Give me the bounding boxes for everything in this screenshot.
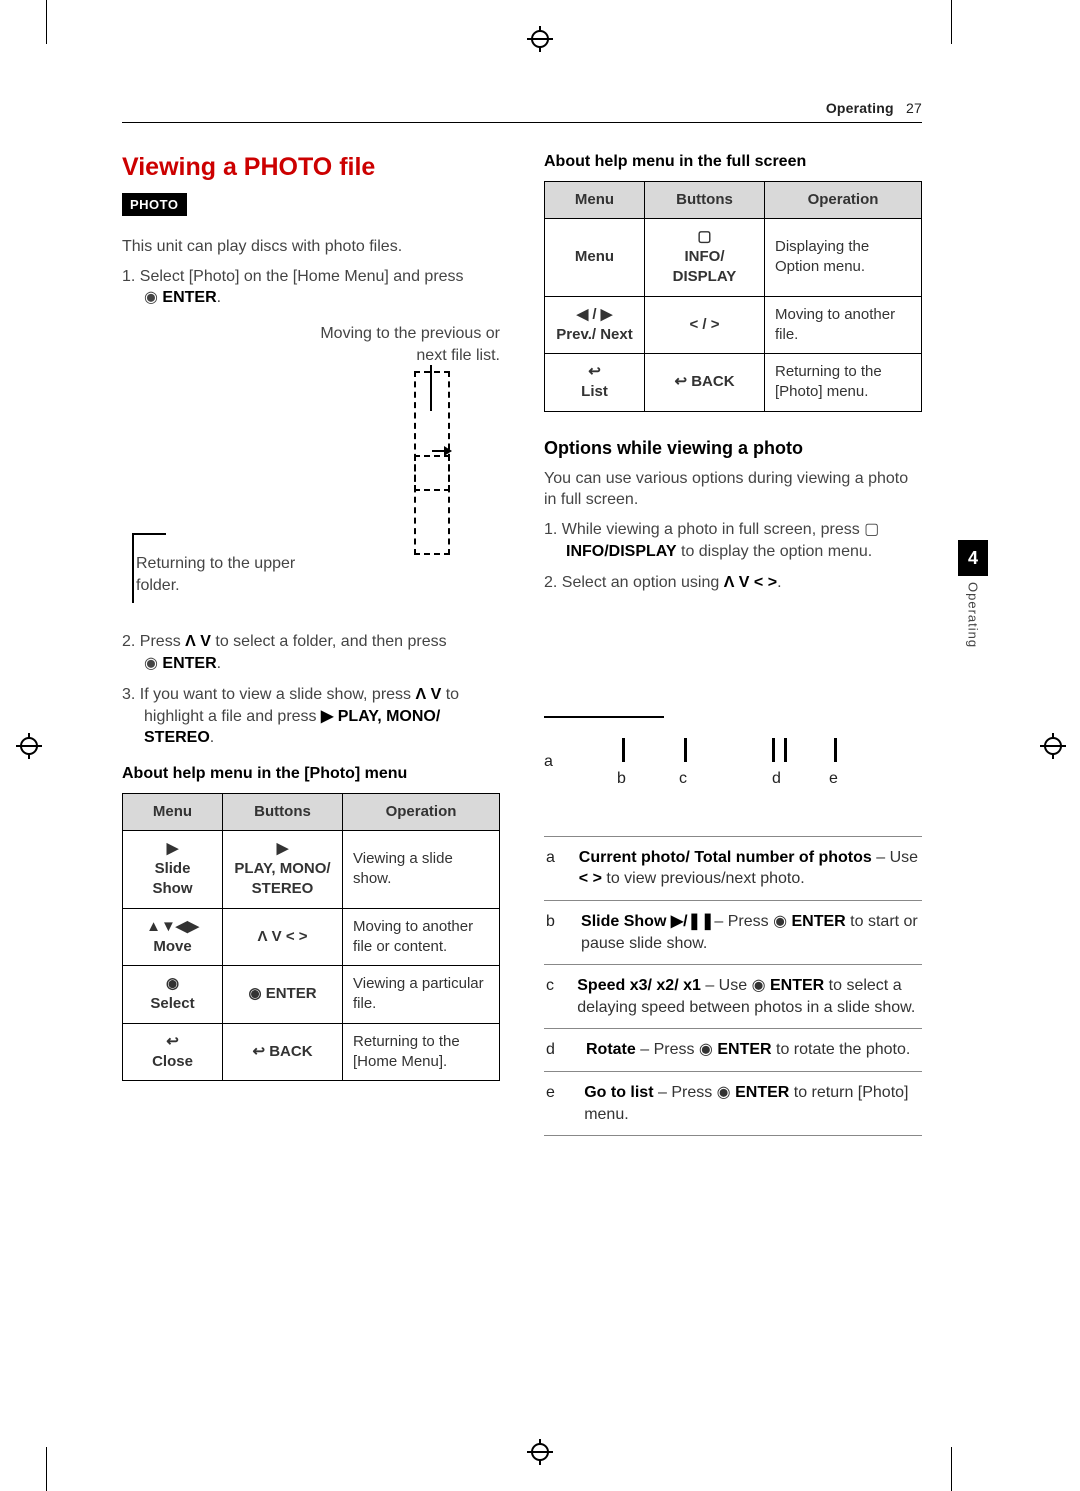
option-b: b Slide Show ▶/❚❚– Press ◉ ENTER to star… [544,900,922,964]
option-a: a Current photo/ Total number of photos … [544,836,922,900]
info-icon: ▢ [697,228,711,245]
back-icon: ↩ [674,373,687,390]
options-steps: 1. While viewing a photo in full screen,… [544,519,922,594]
page-title: Viewing a PHOTO file [122,151,500,185]
diagram-label-e: e [829,768,838,790]
play-icon: ▶ [321,708,333,725]
options-list: a Current photo/ Total number of photos … [544,836,922,1136]
enter-icon: ◉ [166,975,179,992]
diagram-label-a: a [544,751,553,773]
playpause-icon: ▶/❚❚ [671,913,715,930]
steps-list-2: 2. Press Λ V to select a folder, and the… [122,631,500,749]
table-header-row: Menu Buttons Operation [545,181,922,218]
registration-mark-icon [16,733,42,759]
table-row: Menu ▢INFO/ DISPLAY Displaying the Optio… [545,218,922,296]
enter-icon: ◉ [144,289,158,306]
table2-title: About help menu in the full screen [544,151,922,173]
intro-text: This unit can play discs with photo file… [122,236,500,258]
help-menu-fullscreen-table: Menu Buttons Operation Menu ▢INFO/ DISPL… [544,181,922,412]
right-column: About help menu in the full screen Menu … [544,151,922,1136]
table-row: ▲▼◀▶Move Λ V < > Moving to another file … [123,908,500,966]
nav-icon: Λ V < > [257,928,307,945]
file-list-diagram: Moving to the previous or next file list… [122,323,500,613]
options-step-1: 1. While viewing a photo in full screen,… [544,519,922,562]
left-column: Viewing a PHOTO file PHOTO This unit can… [122,151,500,1136]
options-heading: Options while viewing a photo [544,436,922,460]
table-row: ↩List ↩ BACK Returning to the [Photo] me… [545,354,922,412]
running-head-section: Operating [826,100,894,116]
updown-icon: Λ V [185,633,211,650]
running-head-page: 27 [906,100,922,116]
back-icon: ↩ [252,1043,265,1060]
photo-options-diagram: a b c d e [544,608,922,828]
leftright-icon: < > [579,870,602,887]
arrows-icon: ▲▼◀▶ [146,918,199,935]
diagram-label-d: d [772,768,781,790]
side-tab-label: Operating [966,582,981,648]
diagram-caption-next: Moving to the previous or next file list… [310,323,500,366]
prevnext-icon: ◀ / ▶ [577,306,613,323]
side-tab: 4 Operating [958,540,988,648]
running-head: Operating 27 [122,100,922,123]
info-icon: ▢ [864,521,879,538]
options-step-2: 2. Select an option using Λ V < >. [544,572,922,594]
enter-icon: ◉ [144,655,158,672]
enter-icon: ◉ [717,1084,731,1101]
enter-icon: ◉ [752,977,766,994]
table-header-row: Menu Buttons Operation [123,793,500,830]
nav-icon: Λ V < > [724,574,777,591]
table-row: ◀ / ▶Prev./ Next < / > Moving to another… [545,296,922,354]
option-d: d Rotate – Press ◉ ENTER to rotate the p… [544,1028,922,1071]
page-content: Operating 27 4 Operating Viewing a PHOTO… [122,100,922,1136]
table-row: ◉Select ◉ ENTER Viewing a particular fil… [123,966,500,1024]
enter-icon: ◉ [699,1041,713,1058]
table1-title: About help menu in the [Photo] menu [122,763,500,785]
enter-icon: ◉ [773,913,787,930]
leftright-icon: < / > [689,316,719,333]
diagram-label-c: c [679,768,687,790]
back-icon: ↩ [588,363,601,380]
option-c: c Speed x3/ x2/ x1 – Use ◉ ENTER to sele… [544,964,922,1028]
options-intro: You can use various options during viewi… [544,468,922,511]
option-e: e Go to list – Press ◉ ENTER to return [… [544,1071,922,1136]
play-icon: ▶ [167,840,179,857]
play-icon: ▶ [277,840,289,857]
step-3: 3. If you want to view a slide show, pre… [122,684,500,749]
enter-icon: ◉ [248,985,261,1002]
registration-mark-icon [527,1439,553,1465]
table-row: ↩Close ↩ BACK Returning to the [Home Men… [123,1023,500,1081]
side-tab-number: 4 [958,540,988,576]
registration-mark-icon [1040,733,1066,759]
steps-list: 1. Select [Photo] on the [Home Menu] and… [122,266,500,309]
step-1: 1. Select [Photo] on the [Home Menu] and… [122,266,500,309]
step-2: 2. Press Λ V to select a folder, and the… [122,631,500,674]
table-row: ▶Slide Show ▶PLAY, MONO/ STEREO Viewing … [123,830,500,908]
photo-badge: PHOTO [122,193,187,217]
back-icon: ↩ [166,1033,179,1050]
updown-icon: Λ V [415,686,441,703]
diagram-caption-up: Returning to the upper folder. [136,553,316,596]
registration-mark-icon [527,26,553,52]
help-menu-photo-table: Menu Buttons Operation ▶Slide Show ▶PLAY… [122,793,500,1082]
diagram-label-b: b [617,768,626,790]
